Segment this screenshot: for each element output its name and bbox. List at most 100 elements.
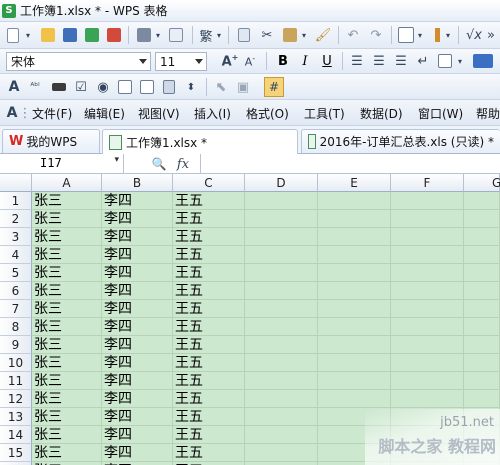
- row-header[interactable]: 10: [0, 354, 32, 372]
- menu-view[interactable]: 视图(V): [138, 104, 180, 122]
- paste-dropdown-arrow[interactable]: ▾: [300, 26, 308, 44]
- table-cell[interactable]: [318, 228, 391, 246]
- row-header[interactable]: 2: [0, 210, 32, 228]
- table-cell[interactable]: [245, 246, 318, 264]
- menu-file[interactable]: 文件(F): [32, 104, 72, 122]
- table-cell[interactable]: 李四: [102, 300, 173, 318]
- table-cell[interactable]: 王五: [173, 282, 245, 300]
- table-cell[interactable]: 张三: [32, 300, 102, 318]
- table-cell[interactable]: [464, 318, 500, 336]
- tab-order-summary[interactable]: 2016年-订单汇总表.xls (只读) *: [301, 129, 500, 153]
- table-cell[interactable]: 王五: [173, 246, 245, 264]
- save-button[interactable]: [60, 26, 80, 44]
- table-cell[interactable]: [318, 372, 391, 390]
- print-dropdown-arrow[interactable]: ▾: [154, 26, 162, 44]
- menu-tools[interactable]: 工具(T): [304, 104, 345, 122]
- cut-button[interactable]: ✂: [257, 26, 277, 44]
- row-header[interactable]: 7: [0, 300, 32, 318]
- align-center-button[interactable]: ☰: [370, 52, 388, 70]
- table-cell[interactable]: [318, 390, 391, 408]
- table-cell[interactable]: 张三: [32, 354, 102, 372]
- table-cell[interactable]: 张三: [32, 210, 102, 228]
- table-cell[interactable]: [318, 210, 391, 228]
- table-cell[interactable]: 王五: [173, 192, 245, 210]
- tab-my-wps[interactable]: W 我的WPS: [2, 129, 100, 153]
- table-cell[interactable]: [391, 318, 464, 336]
- table-cell[interactable]: 李四: [102, 444, 173, 462]
- row-header[interactable]: 11: [0, 372, 32, 390]
- borders-button[interactable]: [396, 26, 416, 44]
- borders-dropdown-arrow[interactable]: ▾: [416, 26, 424, 44]
- row-header[interactable]: 9: [0, 336, 32, 354]
- column-header[interactable]: G: [464, 174, 500, 192]
- font-name-dropdown[interactable]: 宋体: [6, 52, 151, 71]
- table-cell[interactable]: 张三: [32, 264, 102, 282]
- table-cell[interactable]: 李四: [102, 282, 173, 300]
- align-right-button[interactable]: ☰: [392, 52, 410, 70]
- copy-button[interactable]: [234, 26, 254, 44]
- table-cell[interactable]: [318, 264, 391, 282]
- table-cell[interactable]: 王五: [173, 228, 245, 246]
- table-cell[interactable]: [391, 372, 464, 390]
- table-cell[interactable]: 王五: [173, 336, 245, 354]
- table-cell[interactable]: [245, 336, 318, 354]
- print-preview-button[interactable]: [166, 26, 186, 44]
- italic-button[interactable]: I: [296, 52, 314, 70]
- table-cell[interactable]: [391, 354, 464, 372]
- table-cell[interactable]: 王五: [173, 408, 245, 426]
- row-header[interactable]: 8: [0, 318, 32, 336]
- row-header[interactable]: 14: [0, 426, 32, 444]
- decrease-font-button[interactable]: A-: [241, 52, 259, 70]
- checkbox-control[interactable]: ☑: [72, 78, 90, 96]
- open-button[interactable]: [38, 26, 58, 44]
- export-button[interactable]: [82, 26, 102, 44]
- pdf-button[interactable]: [104, 26, 124, 44]
- table-cell[interactable]: 李四: [102, 390, 173, 408]
- menu-window[interactable]: 窗口(W): [418, 104, 463, 122]
- table-cell[interactable]: [245, 228, 318, 246]
- text-label-button[interactable]: A: [6, 78, 22, 96]
- properties-button[interactable]: ▣: [234, 78, 252, 96]
- toggle-grid-button[interactable]: #: [264, 77, 284, 97]
- table-cell[interactable]: 张三: [32, 444, 102, 462]
- table-cell[interactable]: 李四: [102, 354, 173, 372]
- table-cell[interactable]: 王五: [173, 372, 245, 390]
- table-cell[interactable]: 李四: [102, 192, 173, 210]
- table-cell[interactable]: 李四: [102, 408, 173, 426]
- table-cell[interactable]: [464, 390, 500, 408]
- table-cell[interactable]: 张三: [32, 372, 102, 390]
- new-file-button[interactable]: [3, 26, 23, 44]
- table-cell[interactable]: 张三: [32, 192, 102, 210]
- find-function-button[interactable]: 🔍: [150, 155, 168, 173]
- table-cell[interactable]: 张三: [32, 426, 102, 444]
- increase-font-button[interactable]: A+: [221, 52, 239, 70]
- table-cell[interactable]: [391, 264, 464, 282]
- table-cell[interactable]: [245, 426, 318, 444]
- select-all-corner[interactable]: [0, 174, 32, 192]
- design-mode-button[interactable]: ⬉: [212, 78, 230, 96]
- column-header[interactable]: B: [102, 174, 173, 192]
- table-cell[interactable]: [464, 210, 500, 228]
- table-cell[interactable]: [464, 336, 500, 354]
- table-cell[interactable]: 张三: [32, 282, 102, 300]
- table-cell[interactable]: 张三: [32, 390, 102, 408]
- merge-dropdown-arrow[interactable]: ▾: [456, 52, 464, 70]
- column-header[interactable]: F: [391, 174, 464, 192]
- row-column-button[interactable]: [430, 26, 444, 44]
- scroll-bar-control[interactable]: [160, 78, 178, 96]
- combo-box-control[interactable]: [138, 78, 156, 96]
- table-cell[interactable]: [391, 336, 464, 354]
- menu-data[interactable]: 数据(D): [360, 104, 403, 122]
- table-cell[interactable]: 王五: [173, 300, 245, 318]
- chinese-dropdown-arrow[interactable]: ▾: [215, 26, 223, 44]
- table-cell[interactable]: 李四: [102, 426, 173, 444]
- table-cell[interactable]: [391, 210, 464, 228]
- paste-button[interactable]: [280, 26, 300, 44]
- table-cell[interactable]: 李四: [102, 228, 173, 246]
- table-cell[interactable]: 王五: [173, 444, 245, 462]
- table-cell[interactable]: [318, 354, 391, 372]
- table-cell[interactable]: [318, 318, 391, 336]
- table-cell[interactable]: [391, 282, 464, 300]
- table-cell[interactable]: [245, 444, 318, 462]
- table-cell[interactable]: [464, 372, 500, 390]
